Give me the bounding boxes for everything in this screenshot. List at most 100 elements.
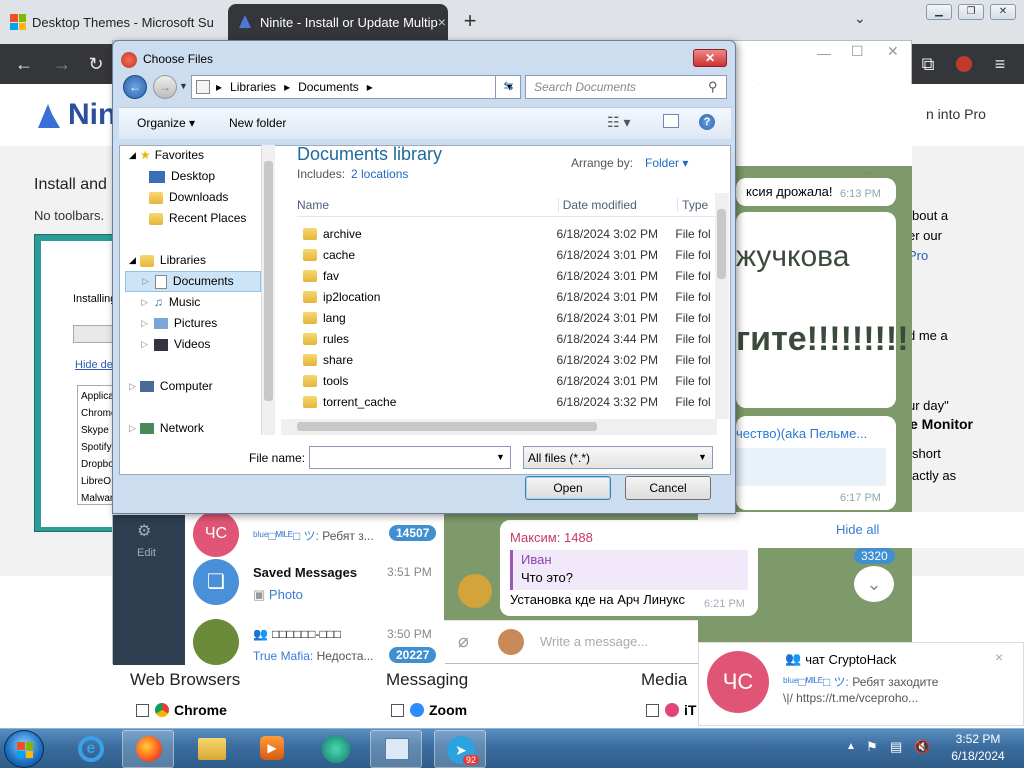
maximize-button[interactable]: ❐ — [958, 4, 984, 20]
nav-videos[interactable]: ▷ Videos — [141, 334, 210, 355]
star-icon: ★ — [139, 148, 151, 162]
firefox-icon[interactable] — [122, 730, 174, 768]
table-row[interactable]: rules 6/18/2024 3:44 PM File fol — [297, 328, 715, 349]
refresh-icon[interactable]: ⇆ — [495, 75, 521, 99]
locations-link[interactable]: 2 locations — [351, 167, 408, 181]
clock-time[interactable]: 3:52 PM — [942, 732, 1014, 746]
link-text[interactable]: чество)(aka Пельме... — [736, 426, 867, 441]
scroll-down-button[interactable]: ⌄ — [854, 566, 894, 602]
file-type-select[interactable]: All files (*.*) ▼ — [523, 446, 713, 469]
chat-preview[interactable]: ᵇˡᵘᵉ□ᴹᴵᴸᴱ□ ツ: Ребят з... — [253, 527, 389, 544]
checkbox[interactable] — [646, 703, 659, 717]
breadcrumb-documents[interactable]: Documents — [298, 80, 359, 94]
back-icon[interactable]: ← — [12, 52, 36, 76]
message-input[interactable]: Write a message... — [540, 634, 648, 649]
maximize-icon[interactable]: ☐ — [851, 43, 864, 60]
nav-favorites[interactable]: ◢ ★ Favorites — [129, 145, 204, 166]
checkbox[interactable] — [136, 703, 149, 717]
cancel-button[interactable]: Cancel — [625, 476, 711, 500]
dialog-task-icon[interactable] — [370, 730, 422, 768]
arrange-dropdown[interactable]: Folder ▾ — [645, 156, 688, 170]
reload-icon[interactable]: ↻ — [84, 52, 108, 76]
nav-scrollbar[interactable] — [261, 145, 275, 435]
minimize-button[interactable]: ▁ — [926, 4, 952, 20]
column-type[interactable]: Type — [677, 197, 717, 212]
preview-pane-icon[interactable] — [663, 114, 679, 128]
nav-pictures[interactable]: ▷ Pictures — [141, 313, 217, 334]
close-icon[interactable]: ✕ — [887, 43, 899, 60]
view-icon[interactable]: ☷ ▾ — [607, 114, 630, 131]
notification-popup[interactable]: ЧС 👥 чат CryptoHack × ᵇˡᵘᵉ□ᴹᴵᴸᴱ□ ツ: Ребя… — [698, 642, 1024, 726]
hide-all-button[interactable]: Hide all — [836, 522, 879, 537]
back-button[interactable]: ← — [123, 75, 147, 99]
close-dialog-button[interactable]: ✕ — [693, 49, 727, 67]
flag-icon[interactable]: ⚑ — [866, 739, 878, 755]
table-row[interactable]: fav 6/18/2024 3:01 PM File fol — [297, 265, 715, 286]
table-row[interactable]: torrent_cache 6/18/2024 3:32 PM File fol — [297, 391, 715, 412]
app-checkbox-chrome[interactable]: Chrome — [136, 702, 227, 718]
app-checkbox-itunes[interactable]: iT — [646, 702, 696, 718]
ublock-icon[interactable] — [956, 56, 972, 72]
checkbox[interactable] — [391, 703, 404, 717]
file-list-scrollbar[interactable] — [715, 193, 729, 419]
chevron-down-icon[interactable]: ⌄ — [854, 10, 866, 27]
file-name-input[interactable]: ▼ — [309, 446, 511, 469]
volume-icon[interactable]: 🔇 — [914, 739, 930, 755]
ie-icon[interactable]: e — [66, 730, 118, 768]
table-row[interactable]: cache 6/18/2024 3:01 PM File fol — [297, 244, 715, 265]
close-icon[interactable]: × — [995, 649, 1003, 665]
nav-documents[interactable]: ▷ Documents — [125, 271, 261, 292]
tab-ninite[interactable]: Ninite - Install or Update Multip × — [228, 4, 448, 40]
open-button[interactable]: Open — [525, 476, 611, 500]
chevron-down-icon[interactable]: ▼ — [179, 81, 188, 91]
table-row[interactable]: share 6/18/2024 3:02 PM File fol — [297, 349, 715, 370]
more-icon[interactable]: ⋯ — [862, 166, 874, 180]
clock-date[interactable]: 6/18/2024 — [942, 749, 1014, 763]
tray-expand-icon[interactable]: ▲ — [846, 741, 856, 752]
extensions-icon[interactable]: ⧉ — [916, 52, 940, 76]
search-input[interactable]: Search Documents ⚲ — [525, 75, 727, 99]
menu-icon[interactable]: ≡ — [988, 52, 1012, 76]
breadcrumb-libraries[interactable]: Libraries — [230, 80, 276, 94]
nav-libraries[interactable]: ◢ Libraries — [129, 250, 206, 271]
nav-desktop[interactable]: Desktop — [149, 166, 215, 187]
nav-downloads[interactable]: Downloads — [149, 187, 228, 208]
new-folder-button[interactable]: New folder — [229, 116, 286, 130]
forward-button[interactable]: → — [153, 75, 177, 99]
table-row[interactable]: ip2location 6/18/2024 3:01 PM File fol — [297, 286, 715, 307]
telegram-task-icon[interactable]: ➤ 92 — [434, 730, 486, 768]
close-window-button[interactable]: ✕ — [990, 4, 1016, 20]
nav-computer[interactable]: ▷ Computer — [129, 376, 213, 397]
column-date[interactable]: Date modified — [557, 197, 677, 212]
column-name[interactable]: Name — [297, 198, 558, 212]
network-tray-icon[interactable]: ▤ — [890, 739, 902, 755]
horizontal-scrollbar[interactable] — [281, 419, 717, 435]
tab-desktop-themes[interactable]: Desktop Themes - Microsoft Su — [0, 4, 222, 40]
explorer-icon[interactable] — [186, 730, 238, 768]
settings-icon[interactable]: ⚙ — [137, 521, 151, 541]
chat-name[interactable]: Saved Messages — [253, 565, 357, 580]
nav-recent-places[interactable]: Recent Places — [149, 208, 246, 229]
new-tab-button[interactable]: + — [458, 8, 482, 34]
media-player-icon[interactable]: ▶ — [246, 730, 298, 768]
attach-icon[interactable]: ⌀ — [458, 631, 469, 652]
pro-link[interactable]: n into Pro — [926, 106, 986, 122]
address-bar[interactable]: ▸ Libraries ▸ Documents ▸ ▼ — [191, 75, 521, 99]
nav-music[interactable]: ▷ ♫ Music — [141, 292, 200, 313]
close-icon[interactable]: × — [438, 14, 446, 30]
help-icon[interactable]: ? — [699, 114, 715, 130]
app-checkbox-zoom[interactable]: Zoom — [391, 702, 467, 718]
chat-name[interactable]: 👥 □□□□□□-□□□ — [253, 627, 341, 641]
edit-label[interactable]: Edit — [137, 547, 156, 559]
table-row[interactable]: tools 6/18/2024 3:01 PM File fol — [297, 370, 715, 391]
forward-icon[interactable]: → — [50, 52, 74, 76]
minimize-icon[interactable]: — — [817, 45, 831, 61]
app-icon[interactable] — [310, 730, 362, 768]
table-row[interactable]: lang 6/18/2024 3:01 PM File fol — [297, 307, 715, 328]
table-row[interactable]: archive 6/18/2024 3:02 PM File fol — [297, 223, 715, 244]
chevron-down-icon[interactable]: ▼ — [496, 452, 505, 462]
organize-button[interactable]: Organize ▾ — [137, 116, 195, 130]
nav-network[interactable]: ▷ Network — [129, 418, 204, 439]
reply-quote[interactable]: Иван Что это? — [510, 550, 748, 590]
start-button[interactable] — [4, 730, 44, 768]
